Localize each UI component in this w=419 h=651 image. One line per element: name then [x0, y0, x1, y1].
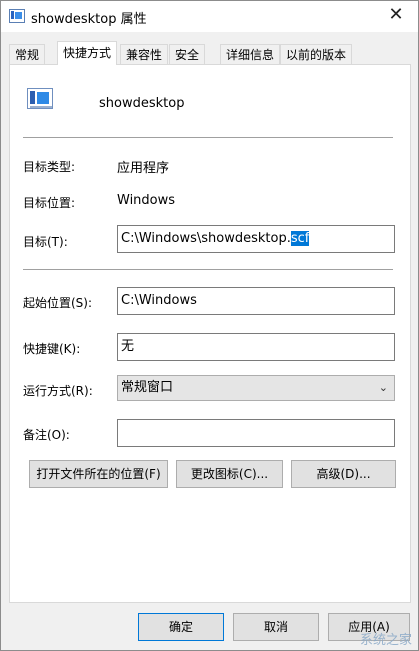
target-location-label: 目标位置:	[23, 196, 76, 210]
target-text: C:\Windows\showdesktop.	[121, 231, 291, 246]
title-bar: showdesktop 属性 ✕	[1, 1, 418, 32]
tab-security[interactable]: 安全	[169, 44, 206, 65]
watermark-logo: 系统之家	[359, 633, 412, 648]
target-label: 目标(T):	[23, 235, 68, 249]
run-mode-select[interactable]: 常规窗口 ⌄	[117, 375, 395, 401]
close-icon[interactable]: ✕	[382, 3, 410, 27]
start-in-input[interactable]: C:\Windows	[117, 287, 395, 315]
target-type-label: 目标类型:	[23, 160, 76, 174]
window-title: showdesktop 属性	[31, 12, 147, 27]
chevron-down-icon: ⌄	[378, 381, 388, 394]
divider	[23, 269, 393, 270]
shortcut-app-icon	[9, 9, 25, 23]
hotkey-input[interactable]: 无	[117, 333, 395, 361]
properties-dialog: showdesktop 属性 ✕ 常规 快捷方式 兼容性 安全 详细信息 以前的…	[0, 0, 419, 651]
comment-input[interactable]	[117, 419, 395, 447]
run-label: 运行方式(R):	[23, 384, 93, 398]
target-type-value: 应用程序	[117, 161, 170, 176]
advanced-button[interactable]: 高级(D)...	[291, 460, 396, 488]
cancel-button[interactable]: 取消	[233, 613, 319, 641]
hotkey-label: 快捷键(K):	[23, 342, 81, 356]
run-mode-value: 常规窗口	[121, 380, 174, 395]
target-selected-text: scf	[290, 231, 310, 246]
target-input[interactable]: C:\Windows\showdesktop.scf	[117, 225, 395, 253]
tab-general[interactable]: 常规	[9, 44, 46, 65]
tab-compatibility[interactable]: 兼容性	[120, 44, 169, 65]
shortcut-name: showdesktop	[99, 96, 185, 111]
divider	[23, 137, 393, 138]
tab-shortcut[interactable]: 快捷方式	[57, 41, 118, 65]
tab-previous-versions[interactable]: 以前的版本	[280, 44, 353, 65]
shortcut-large-icon	[27, 88, 53, 109]
tab-details[interactable]: 详细信息	[220, 44, 281, 65]
ok-button[interactable]: 确定	[138, 613, 224, 641]
change-icon-button[interactable]: 更改图标(C)...	[176, 460, 283, 488]
start-in-label: 起始位置(S):	[23, 296, 93, 310]
target-location-value: Windows	[117, 193, 176, 208]
open-file-location-button[interactable]: 打开文件所在的位置(F)	[29, 460, 168, 488]
comment-label: 备注(O):	[23, 428, 70, 442]
